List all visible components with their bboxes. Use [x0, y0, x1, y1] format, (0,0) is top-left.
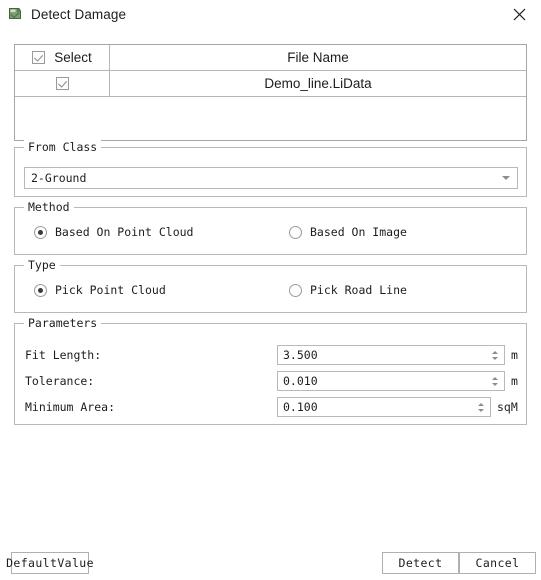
row-file-name: Demo_line.LiData: [264, 76, 372, 91]
fit-length-stepper[interactable]: 3.500: [277, 345, 505, 365]
method-option-1-label: Based On Image: [310, 225, 407, 239]
row-checkbox[interactable]: [55, 77, 69, 90]
table-header-select[interactable]: Select: [15, 45, 110, 70]
radio-icon[interactable]: [34, 225, 47, 239]
fit-length-label: Fit Length:: [25, 348, 102, 362]
column-header-select: Select: [54, 50, 92, 65]
type-option-1-label: Pick Road Line: [310, 283, 407, 297]
method-group-label: Method: [24, 200, 74, 214]
type-option-0-label: Pick Point Cloud: [55, 283, 166, 297]
from-class-group: From Class 2-Ground: [14, 140, 527, 197]
from-class-dropdown[interactable]: 2-Ground: [24, 167, 518, 189]
parameters-group: Parameters Fit Length: 3.500 m Tolerance…: [14, 316, 527, 425]
parameter-row-tolerance: Tolerance: 0.010 m: [15, 371, 526, 391]
fit-length-spin-buttons[interactable]: [487, 346, 504, 364]
window-title: Detect Damage: [31, 6, 127, 22]
parameters-group-label: Parameters: [24, 316, 102, 330]
type-option-pick-point-cloud[interactable]: Pick Point Cloud: [34, 283, 166, 297]
method-option-based-on-point-cloud[interactable]: Based On Point Cloud: [34, 225, 193, 239]
tolerance-spin-buttons[interactable]: [487, 372, 504, 390]
minimum-area-label: Minimum Area:: [25, 400, 116, 414]
tolerance-stepper[interactable]: 0.010: [277, 371, 505, 391]
close-icon[interactable]: [497, 0, 541, 28]
minimum-area-stepper[interactable]: 0.100: [277, 397, 491, 417]
method-options: Based On Point Cloud Based On Image: [15, 225, 526, 245]
type-options: Pick Point Cloud Pick Road Line: [15, 283, 526, 303]
tolerance-unit: m: [511, 374, 518, 388]
spin-down-icon[interactable]: [477, 408, 484, 412]
fit-length-input[interactable]: 3.500: [278, 346, 487, 364]
tolerance-label: Tolerance:: [25, 374, 95, 388]
radio-icon[interactable]: [289, 225, 302, 239]
method-option-0-label: Based On Point Cloud: [55, 225, 194, 239]
minimum-area-input[interactable]: 0.100: [278, 398, 473, 416]
parameter-row-fit-length: Fit Length: 3.500 m: [15, 345, 526, 365]
column-header-file-name: File Name: [287, 50, 349, 65]
spin-up-icon[interactable]: [491, 376, 498, 380]
chevron-down-icon[interactable]: [495, 176, 517, 180]
table-empty-area: [15, 97, 526, 140]
from-class-group-label: From Class: [24, 140, 102, 154]
table-row[interactable]: Demo_line.LiData: [15, 71, 526, 97]
table-header-row: Select File Name: [15, 45, 526, 71]
app-logo-icon: [7, 6, 23, 22]
tolerance-input[interactable]: 0.010: [278, 372, 487, 390]
default-value-button[interactable]: DefaultValue: [6, 552, 94, 574]
radio-icon[interactable]: [289, 283, 302, 297]
row-select-cell[interactable]: [15, 71, 110, 96]
parameter-row-minimum-area: Minimum Area: 0.100 sqM: [15, 397, 526, 417]
from-class-selected-value: 2-Ground: [31, 171, 87, 185]
select-all-checkbox[interactable]: [32, 51, 46, 64]
type-group-label: Type: [24, 258, 60, 272]
method-option-based-on-image[interactable]: Based On Image: [289, 225, 407, 239]
radio-icon[interactable]: [34, 283, 47, 297]
spin-up-icon[interactable]: [491, 350, 498, 354]
file-table: Select File Name Demo_line.LiData: [14, 44, 527, 141]
cancel-button[interactable]: Cancel: [459, 552, 536, 574]
spin-up-icon[interactable]: [477, 402, 484, 406]
minimum-area-spin-buttons[interactable]: [473, 398, 490, 416]
fit-length-unit: m: [511, 348, 518, 362]
method-group: Method Based On Point Cloud Based On Ima…: [14, 200, 527, 255]
minimum-area-unit: sqM: [497, 400, 518, 414]
spin-down-icon[interactable]: [491, 356, 498, 360]
spin-down-icon[interactable]: [491, 382, 498, 386]
detect-button[interactable]: Detect: [382, 552, 459, 574]
type-group: Type Pick Point Cloud Pick Road Line: [14, 258, 527, 313]
title-bar: Detect Damage: [0, 0, 541, 28]
type-option-pick-road-line[interactable]: Pick Road Line: [289, 283, 407, 297]
